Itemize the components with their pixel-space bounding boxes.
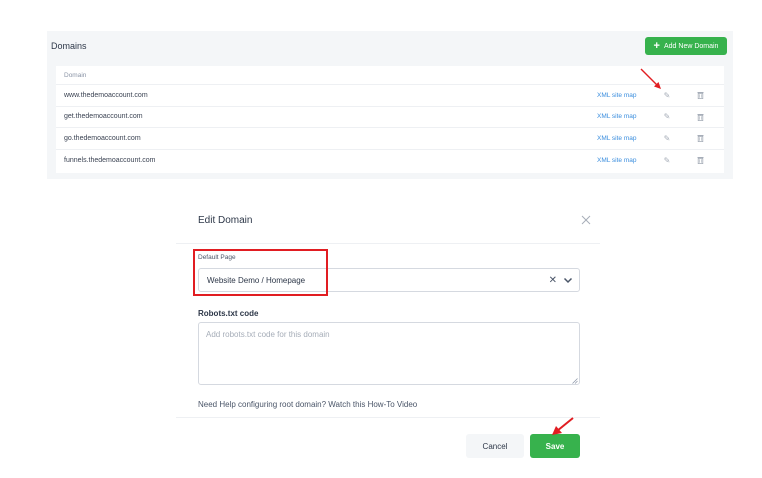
column-header-domain: Domain [64,71,87,79]
trash-icon[interactable] [695,90,705,100]
trash-icon[interactable] [695,133,705,143]
close-icon[interactable] [581,215,591,225]
help-text[interactable]: Need Help configuring root domain? Watch… [198,400,417,409]
table-row: funnels.thedemoaccount.com XML site map … [56,150,724,172]
red-arrow-annotation-icon [552,417,574,435]
robots-txt-label: Robots.txt code [198,309,259,318]
pencil-icon[interactable]: ✎ [662,155,672,165]
table-row: get.thedemoaccount.com XML site map ✎ [56,107,724,128]
xml-site-map-link[interactable]: XML site map [597,157,637,164]
pencil-icon[interactable]: ✎ [662,133,672,143]
red-highlight-box [193,249,328,296]
panel-title: Domains [51,41,87,51]
xml-site-map-link[interactable]: XML site map [597,113,637,120]
pencil-icon[interactable]: ✎ [662,112,672,122]
domain-name: funnels.thedemoaccount.com [64,156,156,164]
divider [176,417,600,418]
table-row: go.thedemoaccount.com XML site map ✎ [56,128,724,150]
trash-icon[interactable] [695,155,705,165]
clear-icon[interactable]: ✕ [549,275,557,286]
divider [176,243,600,244]
resize-handle-icon[interactable] [572,378,578,384]
chevron-down-icon[interactable] [563,275,573,285]
xml-site-map-link[interactable]: XML site map [597,92,637,99]
xml-site-map-link[interactable]: XML site map [597,135,637,142]
add-new-domain-button[interactable]: + Add New Domain [645,37,727,55]
add-new-domain-label: Add New Domain [663,42,719,50]
modal-title: Edit Domain [198,215,253,226]
cancel-button[interactable]: Cancel [466,434,524,458]
trash-icon[interactable] [695,112,705,122]
robots-txt-input[interactable] [198,322,580,385]
page: Domains + Add New Domain Domain www.thed… [0,0,762,478]
domains-panel: Domains + Add New Domain Domain www.thed… [47,31,733,179]
table-row: www.thedemoaccount.com XML site map ✎ [56,85,724,107]
red-arrow-annotation-icon [640,68,661,89]
table-header: Domain [56,66,724,85]
domains-table: Domain www.thedemoaccount.com XML site m… [56,66,724,173]
domain-name: go.thedemoaccount.com [64,134,141,142]
domain-name: www.thedemoaccount.com [64,91,148,99]
edit-domain-modal: Edit Domain Default Page Website Demo / … [176,197,600,469]
plus-icon: + [653,39,660,52]
domain-name: get.thedemoaccount.com [64,113,143,121]
